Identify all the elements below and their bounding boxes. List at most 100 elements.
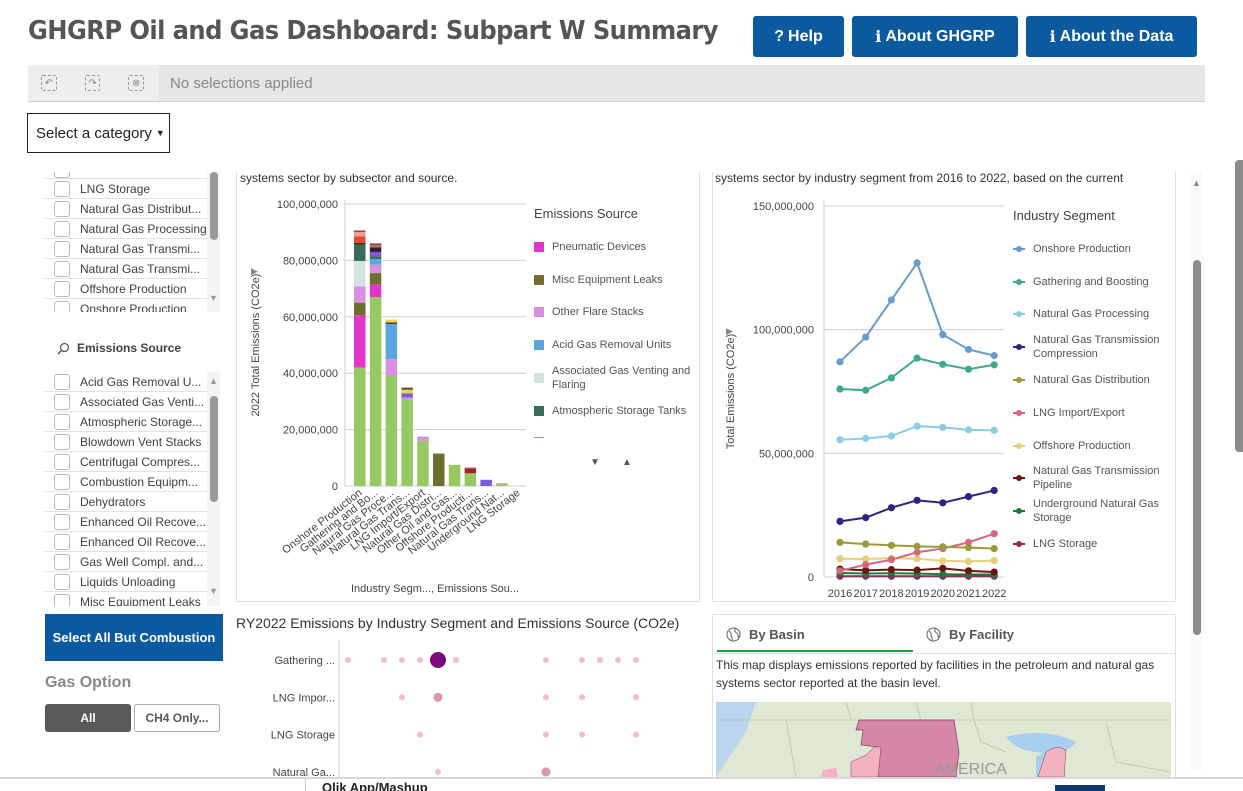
- data-point[interactable]: [990, 352, 998, 360]
- data-point[interactable]: [836, 567, 844, 575]
- data-point[interactable]: [417, 657, 423, 663]
- data-point[interactable]: [836, 517, 844, 525]
- bar-segment[interactable]: [385, 319, 398, 323]
- data-point[interactable]: [579, 657, 585, 663]
- bar-segment[interactable]: [354, 260, 366, 287]
- data-point[interactable]: [399, 657, 405, 663]
- help-button[interactable]: ? Help: [753, 16, 844, 57]
- step-forward-icon[interactable]: ↷: [84, 75, 101, 91]
- data-point[interactable]: [862, 333, 870, 341]
- data-point[interactable]: [939, 499, 947, 507]
- bar-segment[interactable]: [354, 231, 366, 237]
- scroll-up-icon[interactable]: ▲: [1192, 178, 1201, 188]
- data-point[interactable]: [836, 555, 844, 563]
- bar-segment[interactable]: [369, 247, 382, 252]
- series-line[interactable]: [839, 357, 995, 392]
- legend-item[interactable]: Natural Gas Processing: [1013, 307, 1173, 321]
- data-point[interactable]: [435, 768, 441, 775]
- list-item[interactable]: Blowdown Vent Stacks: [45, 432, 208, 452]
- legend-scroll-up-icon[interactable]: ▲: [622, 457, 632, 468]
- bar-segment[interactable]: [354, 242, 366, 245]
- scroll-down-icon[interactable]: ▼: [209, 586, 218, 596]
- legend-scroll-down-icon[interactable]: ▼: [590, 457, 600, 468]
- checkbox[interactable]: [54, 373, 70, 390]
- bar-segment[interactable]: [354, 236, 366, 243]
- basin-map[interactable]: AMERICA: [716, 702, 1171, 777]
- legend-item[interactable]: Associated Gas Venting and Flaring: [534, 364, 694, 392]
- list-item[interactable]: Natural Gas Transmi...: [45, 239, 208, 259]
- bar-segment[interactable]: [480, 479, 492, 486]
- data-point[interactable]: [913, 422, 921, 430]
- about-ghgrp-button[interactable]: i About GHGRP: [852, 16, 1018, 57]
- gas-option-ch4-button[interactable]: CH4 Only...: [134, 704, 220, 732]
- data-point[interactable]: [990, 486, 998, 495]
- bar-segment[interactable]: [369, 243, 382, 245]
- bar-segment[interactable]: [401, 399, 413, 486]
- list-item[interactable]: Combustion Equipm...: [45, 472, 208, 492]
- bar-segment[interactable]: [496, 483, 508, 486]
- expand-arrow-icon[interactable]: ▶: [726, 326, 733, 337]
- bar-segment[interactable]: [369, 251, 382, 257]
- bar-segment[interactable]: [401, 397, 413, 400]
- checkbox[interactable]: [54, 300, 70, 312]
- data-point[interactable]: [399, 694, 405, 701]
- data-point[interactable]: [417, 731, 423, 738]
- data-point[interactable]: [939, 543, 947, 551]
- bar-segment[interactable]: [401, 389, 413, 394]
- bar-segment[interactable]: [417, 436, 429, 438]
- stacked-bar-chart[interactable]: 0 20,000,000 40,000,000 60,000,000 80,000,00…: [236, 190, 526, 600]
- data-point[interactable]: [381, 657, 387, 663]
- bar-segment[interactable]: [354, 302, 366, 316]
- emissions-source-scrollbar[interactable]: ▲ ▼: [207, 372, 220, 606]
- data-point[interactable]: [543, 657, 549, 663]
- category-dropdown[interactable]: Select a category ▼: [27, 113, 170, 153]
- bar-segment[interactable]: [448, 464, 461, 486]
- select-all-but-combustion-button[interactable]: Select All But Combustion: [45, 614, 223, 661]
- data-point[interactable]: [633, 731, 639, 738]
- data-point[interactable]: [990, 530, 998, 538]
- bar-segment[interactable]: [417, 437, 429, 441]
- list-item[interactable]: Centrifugal Compres...: [45, 452, 208, 472]
- legend-item[interactable]: Onshore Production: [1013, 242, 1173, 256]
- bar-segment[interactable]: [369, 264, 382, 274]
- data-point[interactable]: [430, 652, 446, 668]
- data-point[interactable]: [964, 557, 973, 566]
- data-point[interactable]: [887, 296, 895, 304]
- bar-segment[interactable]: [369, 256, 382, 259]
- page-scrollbar[interactable]: ▲: [1190, 172, 1203, 770]
- checkbox[interactable]: [54, 240, 70, 257]
- data-point[interactable]: [453, 657, 459, 663]
- legend-item[interactable]: Offshore Production: [1013, 439, 1173, 453]
- legend-item[interactable]: Natural Gas Distribution: [1013, 373, 1173, 387]
- data-point[interactable]: [887, 374, 895, 382]
- bar-segment[interactable]: [354, 286, 366, 303]
- scroll-thumb[interactable]: [1193, 260, 1201, 635]
- list-item[interactable]: Enhanced Oil Recove...: [45, 512, 208, 532]
- legend-item[interactable]: Misc Equipment Leaks: [534, 273, 694, 287]
- data-point[interactable]: [913, 542, 921, 550]
- bar-segment[interactable]: [401, 388, 413, 390]
- industry-list-scrollbar[interactable]: ▼: [207, 172, 220, 312]
- data-point[interactable]: [964, 493, 973, 501]
- list-item[interactable]: Natural Gas Processing: [45, 219, 208, 239]
- checkbox[interactable]: [54, 593, 70, 606]
- data-point[interactable]: [579, 731, 585, 738]
- tab-by-basin[interactable]: By Basin: [726, 616, 805, 652]
- legend-item[interactable]: Natural Gas Transmission Compression: [1013, 333, 1173, 361]
- outer-scroll-thumb[interactable]: [1235, 160, 1243, 452]
- data-point[interactable]: [990, 361, 998, 369]
- checkbox[interactable]: [54, 573, 70, 590]
- list-item[interactable]: Atmospheric Storage...: [45, 412, 208, 432]
- about-data-button[interactable]: i About the Data: [1026, 16, 1197, 57]
- data-point[interactable]: [913, 354, 921, 362]
- data-point[interactable]: [887, 541, 895, 549]
- data-point[interactable]: [836, 436, 844, 444]
- footer-button[interactable]: [1055, 785, 1105, 791]
- legend-item[interactable]: Gathering and Boosting: [1013, 275, 1173, 289]
- scroll-up-icon[interactable]: ▲: [209, 376, 218, 386]
- checkbox[interactable]: [54, 493, 70, 510]
- list-item[interactable]: Liquids Unloading: [45, 572, 208, 592]
- bar-segment[interactable]: [401, 387, 413, 389]
- list-item[interactable]: Associated Gas Venti...: [45, 392, 208, 412]
- data-point[interactable]: [887, 504, 895, 512]
